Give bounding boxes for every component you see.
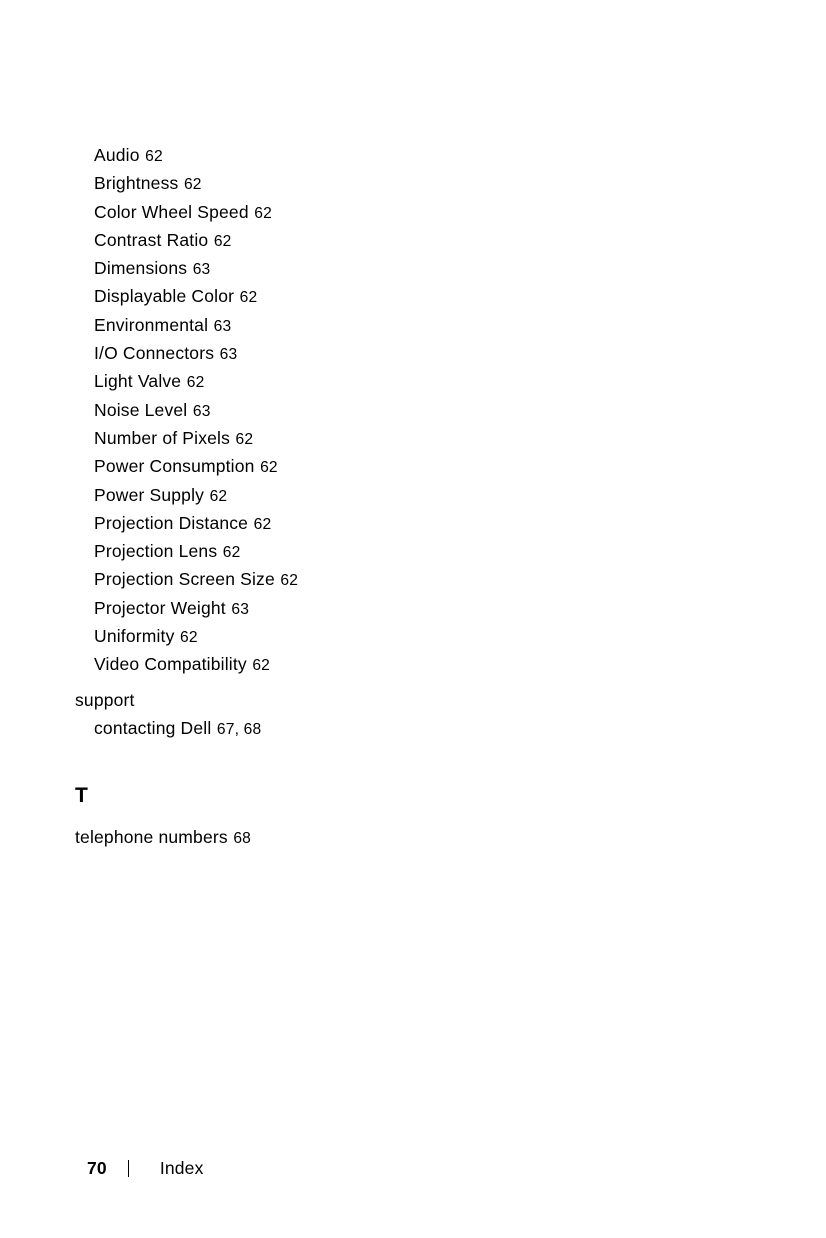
index-entry: Color Wheel Speed 62 [94, 199, 635, 227]
index-entry-term: Projection Screen Size [94, 569, 275, 590]
index-entry: Noise Level 63 [94, 397, 635, 425]
index-entry-pages: 63 [188, 402, 211, 420]
index-entry-pages: 62 [205, 487, 228, 505]
index-entry-term: Power Supply [94, 484, 205, 505]
index-entry-pages: 62 [218, 544, 241, 562]
index-entry-pages: 68 [228, 829, 252, 847]
index-entry-term: I/O Connectors [94, 343, 215, 364]
index-entry: Projector Weight 63 [94, 595, 635, 623]
index-entry: Projection Lens 62 [94, 538, 635, 566]
index-entry-pages: 62 [175, 629, 198, 647]
index-entry-term: telephone numbers [75, 826, 228, 847]
index-entry-term: Power Consumption [94, 456, 255, 477]
index-entry: Projection Screen Size 62 [94, 566, 635, 594]
index-entry-pages: 62 [179, 176, 202, 194]
index-entry-pages: 67, 68 [212, 721, 262, 739]
index-entry-term: Video Compatibility [94, 654, 247, 675]
index-entry: Number of Pixels 62 [94, 425, 635, 453]
index-entry: Uniformity 62 [94, 623, 635, 651]
index-entry-term: Light Valve [94, 371, 182, 392]
index-entry-term: contacting Dell [94, 718, 212, 739]
index-entry: Power Consumption 62 [94, 453, 635, 481]
index-entry-pages: 62 [235, 289, 258, 307]
index-entry-term: Displayable Color [94, 286, 235, 307]
index-entry-list: Audio 62 Brightness 62 Color Wheel Speed… [75, 142, 635, 852]
index-entry-pages: 62 [255, 459, 278, 477]
index-entry-term: Number of Pixels [94, 427, 231, 448]
index-entry: Environmental 63 [94, 312, 635, 340]
index-entry-term: Uniformity [94, 626, 175, 647]
index-entry: Light Valve 62 [94, 368, 635, 396]
index-entry: Power Supply 62 [94, 482, 635, 510]
index-entry-term: Contrast Ratio [94, 229, 209, 250]
index-entry-pages: 63 [215, 346, 238, 364]
index-entry-pages: 62 [249, 204, 272, 222]
index-entry-pages: 62 [247, 657, 271, 675]
index-entry: Video Compatibility 62 [94, 651, 635, 679]
index-entry-term: Brightness [94, 173, 179, 194]
index-entry-pages: 62 [275, 572, 299, 590]
index-entry: Displayable Color 62 [94, 283, 635, 311]
index-entry-term: Projector Weight [94, 597, 226, 618]
index-entry: Dimensions 63 [94, 255, 635, 283]
index-entry: telephone numbers 68 [75, 824, 635, 852]
index-entry: I/O Connectors 63 [94, 340, 635, 368]
index-entry-pages: 63 [226, 600, 250, 618]
page-footer: 70 Index [87, 1157, 204, 1179]
index-entry-term: Environmental [94, 314, 209, 335]
index-entry: contacting Dell 67, 68 [94, 715, 635, 743]
index-entry-pages: 62 [249, 515, 272, 533]
index-entry: Contrast Ratio 62 [94, 227, 635, 255]
footer-page-number: 70 [87, 1158, 107, 1178]
index-entry: Audio 62 [94, 142, 635, 170]
index-entry-pages: 62 [140, 148, 163, 165]
index-entry-pages: 62 [209, 232, 232, 250]
index-entry-term: Projection Lens [94, 541, 218, 562]
footer-section-label: Index [159, 1158, 204, 1178]
index-page: Audio 62 Brightness 62 Color Wheel Speed… [0, 0, 826, 1238]
index-entry-pages: 62 [231, 430, 254, 448]
index-section-heading-t: T [75, 783, 89, 807]
index-entry: support [75, 687, 635, 715]
index-entry-term: Audio [94, 145, 140, 165]
index-entry-term: Projection Distance [94, 512, 249, 533]
footer-separator-divider [127, 1160, 129, 1177]
index-entry: Brightness 62 [94, 170, 635, 198]
index-entry-term: Dimensions [94, 258, 188, 279]
index-entry: Projection Distance 62 [94, 510, 635, 538]
index-entry-pages: 63 [209, 317, 232, 335]
index-entry-pages: 63 [188, 261, 211, 279]
index-entry-term: support [75, 690, 135, 711]
index-entry-term: Noise Level [94, 399, 188, 420]
index-entry-pages: 62 [182, 374, 205, 392]
index-entry-term: Color Wheel Speed [94, 201, 249, 222]
